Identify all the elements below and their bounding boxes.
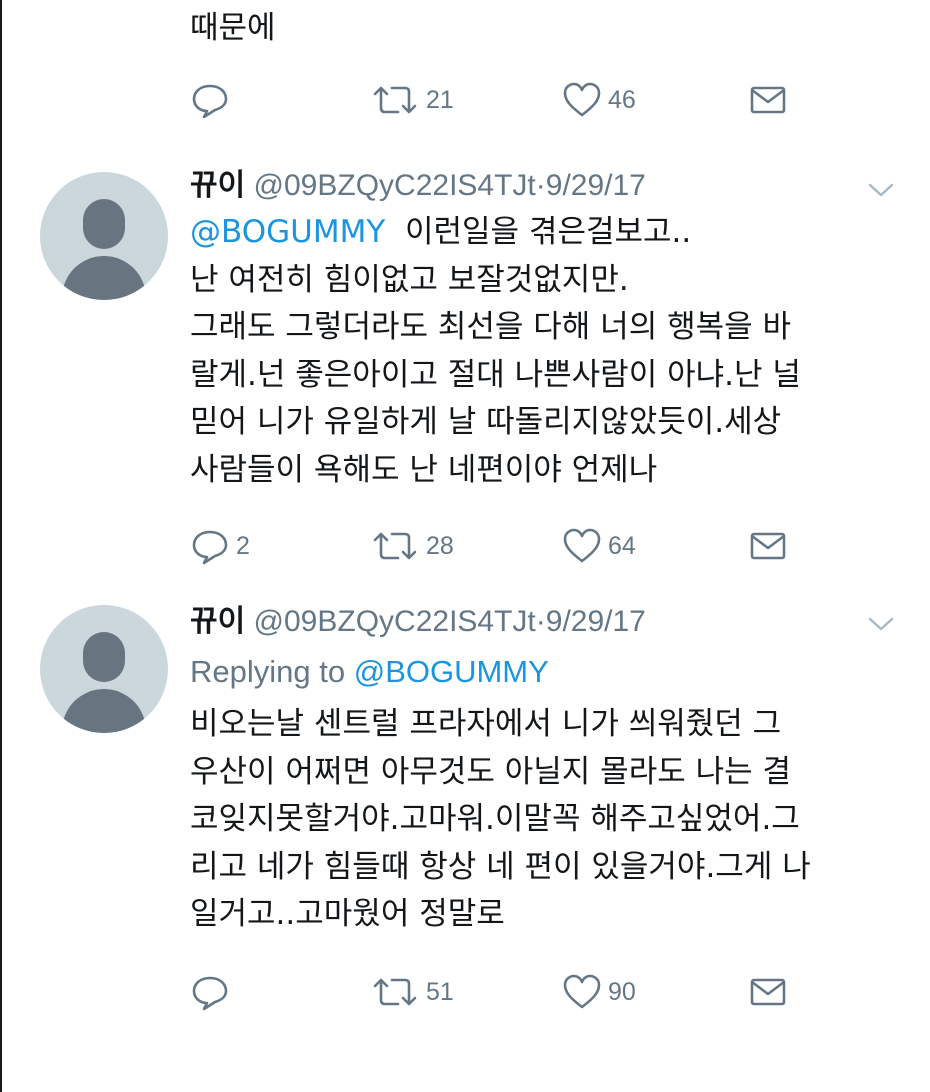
replying-to-line: Replying to @BOGUMMY (190, 652, 549, 692)
retweet-icon (370, 972, 420, 1012)
previous-tweet-actions: 21 46 (190, 80, 790, 120)
chevron-down-icon (866, 183, 896, 204)
like-count: 46 (608, 85, 636, 114)
separator-dot: · (535, 605, 546, 638)
like-count: 64 (608, 531, 636, 560)
retweet-count: 28 (426, 531, 454, 560)
tweet-menu-button[interactable] (866, 614, 896, 634)
envelope-icon (748, 972, 788, 1012)
like-button[interactable]: 90 (562, 972, 636, 1012)
reply-icon (190, 972, 230, 1012)
screen-edge-line (0, 0, 2, 1092)
retweet-icon (370, 80, 420, 120)
reply-count: 2 (236, 531, 250, 560)
avatar-body-shape (62, 689, 146, 733)
tweet-text: @BOGUMMY 이런일을 겪은걸보고.. 난 여전히 힘이없고 보잘것없지만.… (190, 209, 890, 494)
reply-button[interactable] (190, 80, 236, 120)
tweet-line-text: 이런일을 겪은걸보고.. (404, 214, 692, 250)
avatar[interactable] (40, 172, 168, 300)
reply-icon (190, 80, 230, 120)
retweet-icon (370, 526, 420, 566)
avatar-head-shape (83, 632, 125, 682)
display-name[interactable]: 뀨이 (190, 604, 245, 639)
retweet-button[interactable]: 21 (370, 80, 454, 120)
avatar-head-shape (83, 199, 125, 249)
avatar-body-shape (62, 256, 146, 300)
tweet-header: 뀨이 @09BZQyC22IS4TJt·9/29/17 (190, 602, 646, 642)
tweet-date[interactable]: 9/29/17 (546, 169, 646, 202)
tweet-line: 믿어 니가 유일하게 날 따돌리지않았듯이.세상 (190, 404, 782, 440)
replying-to-link[interactable]: @BOGUMMY (354, 654, 549, 689)
tweet-menu-button[interactable] (866, 180, 896, 200)
retweet-button[interactable]: 51 (370, 972, 454, 1012)
heart-icon (562, 80, 602, 120)
tweet-line: 사람들이 욕해도 난 네편이야 언제나 (190, 451, 658, 488)
avatar[interactable] (40, 605, 168, 733)
like-count: 90 (608, 977, 636, 1006)
like-button[interactable]: 64 (562, 526, 636, 566)
user-handle[interactable]: @09BZQyC22IS4TJt (254, 169, 536, 202)
tweet-line: 비오는날 센트럴 프라자에서 니가 씌워줬던 그 (190, 706, 782, 742)
tweet-header: 뀨이 @09BZQyC22IS4TJt·9/29/17 (190, 166, 646, 206)
envelope-icon (748, 80, 788, 120)
retweet-count: 51 (426, 977, 454, 1006)
replying-prefix: Replying to (190, 654, 346, 689)
retweet-button[interactable]: 28 (370, 526, 454, 566)
like-button[interactable]: 46 (562, 80, 636, 120)
tweet-line: 그래도 그렇더라도 최선을 다해 너의 행복을 바 (190, 309, 792, 345)
reply-icon (190, 526, 230, 566)
direct-message-button[interactable] (748, 972, 788, 1012)
direct-message-button[interactable] (748, 526, 788, 566)
tweet-actions: 2 28 64 (190, 526, 790, 566)
tweet-date[interactable]: 9/29/17 (546, 605, 646, 638)
tweet-line: 일거고..고마웠어 정말로 (190, 896, 505, 932)
tweet-text: 비오는날 센트럴 프라자에서 니가 씌워줬던 그 우산이 어쩌면 아무것도 아닐… (190, 701, 890, 939)
display-name[interactable]: 뀨이 (190, 168, 245, 203)
tweet-line: 우산이 어쩌면 아무것도 아닐지 몰라도 나는 결 (190, 753, 792, 790)
user-handle[interactable]: @09BZQyC22IS4TJt (254, 605, 536, 638)
heart-icon (562, 972, 602, 1012)
reply-button[interactable] (190, 972, 236, 1012)
envelope-icon (748, 526, 788, 566)
tweet-line: @BOGUMMY 이런일을 겪은걸보고.. (190, 209, 890, 257)
tweet-line: 리고 네가 힘들때 항상 네 편이 있을거야.그게 나 (190, 848, 811, 885)
reply-button[interactable]: 2 (190, 526, 250, 566)
heart-icon (562, 526, 602, 566)
separator-dot: · (535, 169, 546, 202)
tweet-line: 랄게.넌 좋은아이고 절대 나쁜사람이 아냐.난 널 (190, 356, 801, 393)
tweet-line: 난 여전히 힘이없고 보잘것없지만. (190, 261, 629, 298)
tweet-actions: 51 90 (190, 972, 790, 1012)
previous-tweet-text: 때문에 (190, 10, 276, 46)
retweet-count: 21 (426, 85, 454, 114)
chevron-down-icon (866, 617, 896, 638)
mention-link[interactable]: @BOGUMMY (190, 214, 385, 250)
tweet-line: 코잊지못할거야.고마워.이말꼭 해주고싶었어.그 (190, 801, 800, 837)
direct-message-button[interactable] (748, 80, 788, 120)
